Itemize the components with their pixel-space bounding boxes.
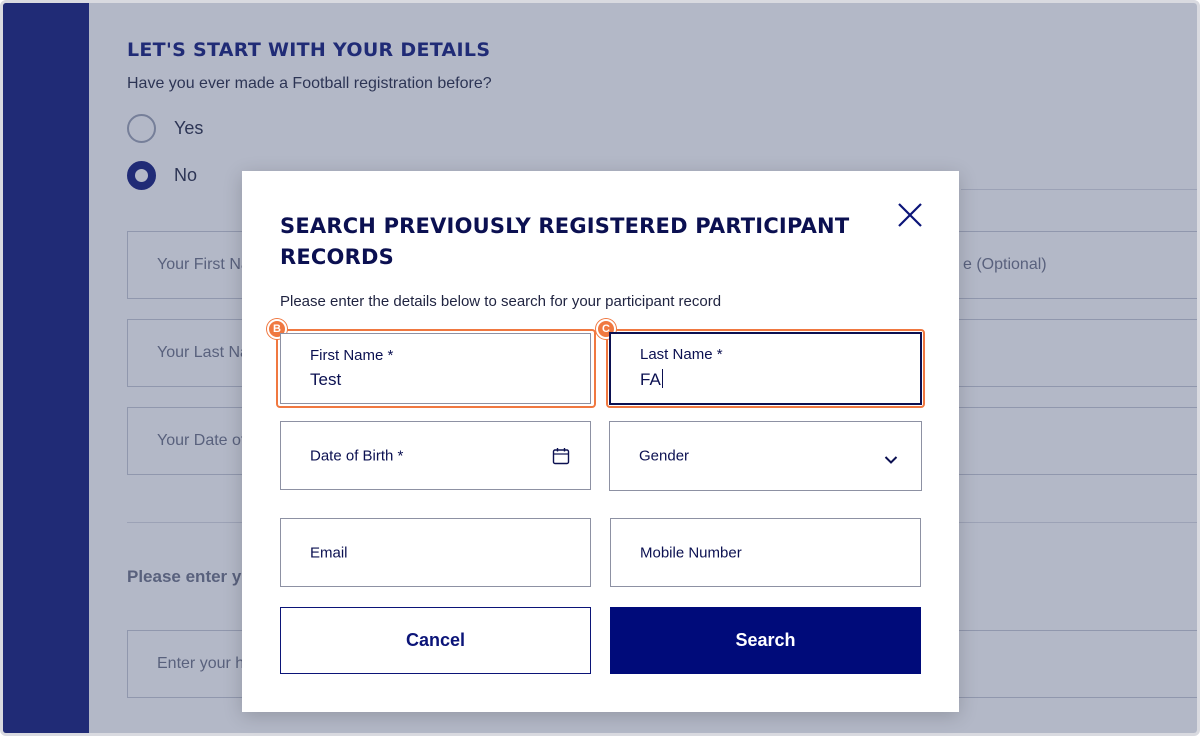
first-name-field[interactable]: First Name * Test	[280, 333, 591, 404]
chevron-down-icon[interactable]	[884, 452, 898, 464]
text-caret	[661, 369, 663, 388]
cancel-button[interactable]: Cancel	[280, 607, 591, 674]
email-field[interactable]: Email	[280, 518, 591, 587]
gender-label: Gender	[639, 447, 690, 465]
close-icon[interactable]	[893, 198, 927, 232]
first-name-label: First Name *	[310, 347, 394, 364]
first-name-value: Test	[310, 370, 342, 389]
search-button[interactable]: Search	[610, 607, 921, 674]
modal-title: SEARCH PREVIOUSLY REGISTERED PARTICIPANT…	[280, 214, 850, 269]
calendar-icon[interactable]	[552, 447, 570, 465]
email-label: Email	[310, 544, 348, 561]
gender-select[interactable]: Gender	[609, 421, 922, 491]
last-name-value: FA	[640, 370, 661, 389]
modal-subtitle: Please enter the details below to search…	[280, 293, 722, 310]
mobile-label: Mobile Number	[640, 544, 742, 561]
dob-field[interactable]: Date of Birth *	[280, 421, 591, 490]
search-participant-modal: SEARCH PREVIOUSLY REGISTERED PARTICIPANT…	[242, 171, 959, 712]
last-name-label: Last Name *	[640, 346, 723, 363]
last-name-value-wrap: FA	[640, 369, 663, 390]
last-name-field[interactable]: Last Name * FA	[609, 332, 922, 405]
mobile-field[interactable]: Mobile Number	[610, 518, 921, 587]
dob-label: Date of Birth *	[310, 447, 404, 464]
